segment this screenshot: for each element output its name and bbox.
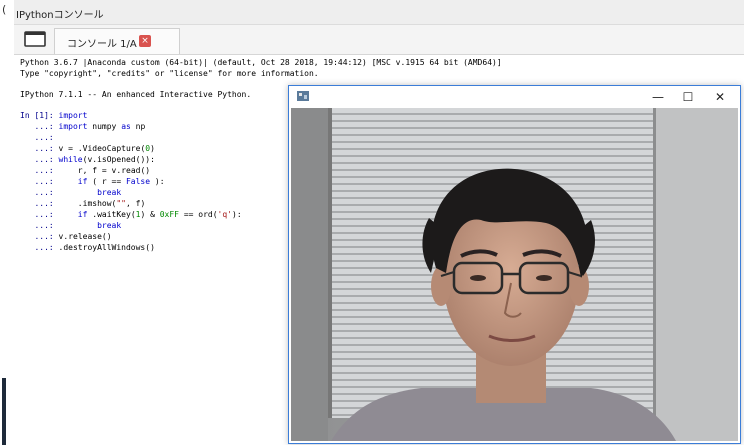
prompt: ...:: [20, 144, 59, 153]
prompt: ...:: [20, 210, 59, 219]
console-tabbar: コンソール 1/A ×: [14, 25, 744, 55]
code-line: ...:: [20, 132, 59, 143]
prompt: ...:: [20, 122, 59, 131]
prompt: In [1]:: [20, 111, 59, 120]
prompt: ...:: [20, 199, 59, 208]
console-line: Type "copyright", "credits" or "license"…: [20, 69, 319, 78]
opencv-camera-window[interactable]: — ☐ ✕: [288, 85, 741, 444]
code-line: ...: v = .VideoCapture(0): [20, 144, 155, 153]
taskbar-edge: [2, 378, 6, 445]
outer-paren: (: [2, 3, 7, 16]
code-line: ...: break: [20, 221, 122, 230]
background-window-edge: (: [0, 0, 14, 445]
console-icon[interactable]: [24, 30, 46, 48]
pane-titlebar: IPythonコンソール: [14, 0, 744, 25]
prompt: ...:: [20, 221, 59, 230]
console-line: IPython 7.1.1 -- An enhanced Interactive…: [20, 90, 252, 99]
prompt: ...:: [20, 133, 59, 142]
code-line: ...: if .waitKey(1) & 0xFF == ord('q'):: [20, 210, 242, 219]
camera-titlebar[interactable]: — ☐ ✕: [289, 86, 740, 108]
webcam-frame-icon: [291, 108, 738, 441]
close-button[interactable]: ✕: [705, 88, 735, 106]
code-line: ...: while(v.isOpened()):: [20, 155, 155, 164]
code-line: ...: break: [20, 188, 122, 197]
prompt: ...:: [20, 188, 59, 197]
tab-label: コンソール 1/A: [67, 39, 137, 50]
prompt: ...:: [20, 155, 59, 164]
code-line: ...: v.release(): [20, 232, 112, 241]
minimize-button[interactable]: —: [643, 88, 673, 106]
code-line: ...: .imshow("", f): [20, 199, 146, 208]
code-line: ...: import numpy as np: [20, 122, 146, 131]
opencv-window-icon: [297, 91, 309, 101]
code-line: ...: r, f = v.read(): [20, 166, 151, 175]
webcam-frame: [291, 108, 738, 441]
tab-console-1a[interactable]: コンソール 1/A ×: [54, 28, 180, 54]
prompt: ...:: [20, 177, 59, 186]
prompt: ...:: [20, 232, 59, 241]
close-tab-icon[interactable]: ×: [139, 35, 151, 47]
prompt: ...:: [20, 166, 59, 175]
pane-title: IPythonコンソール: [16, 10, 104, 21]
console-line: Python 3.6.7 |Anaconda custom (64-bit)| …: [20, 58, 502, 67]
code-line: ...: .destroyAllWindows(): [20, 243, 155, 252]
prompt: ...:: [20, 243, 59, 252]
code-line: In [1]: import: [20, 111, 88, 120]
maximize-button[interactable]: ☐: [673, 88, 703, 106]
code-line: ...: if ( r == False ):: [20, 177, 165, 186]
